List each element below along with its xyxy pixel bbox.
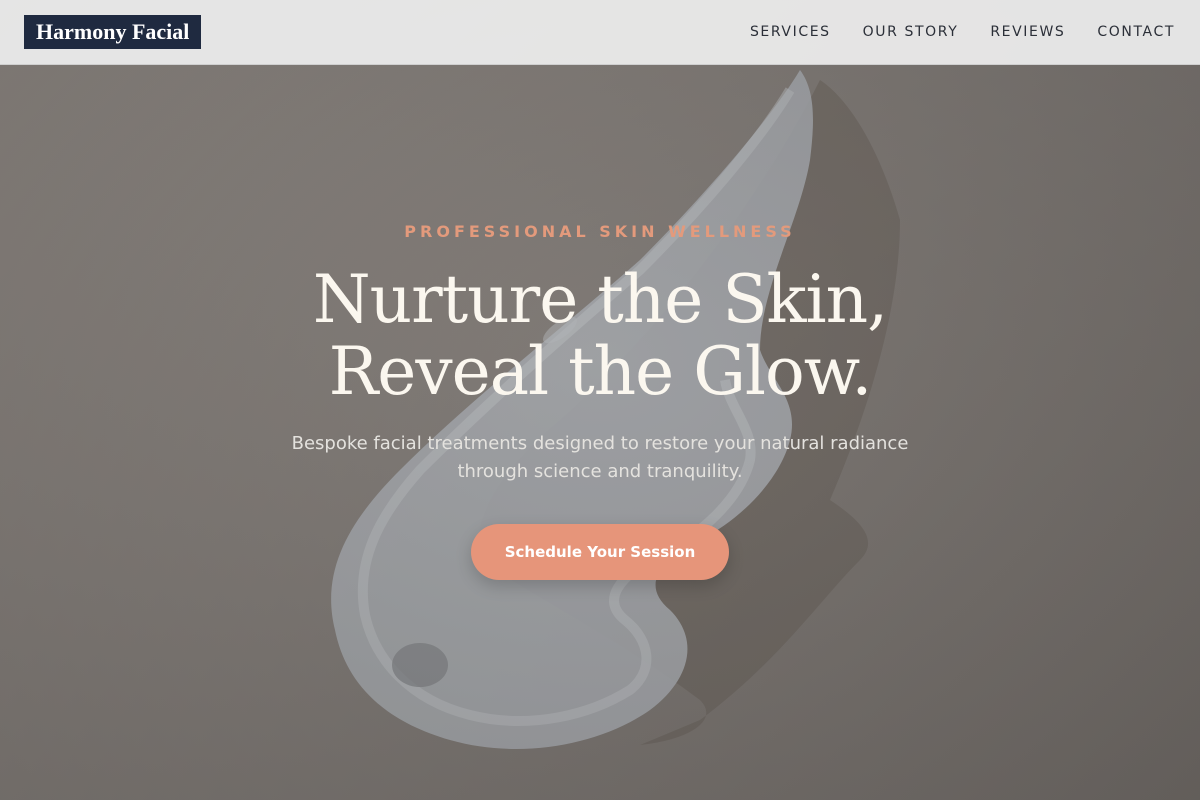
schedule-session-button[interactable]: Schedule Your Session xyxy=(471,524,729,580)
hero-subtitle: Bespoke facial treatments designed to re… xyxy=(291,433,909,482)
main-nav: SERVICES OUR STORY REVIEWS CONTACT xyxy=(750,24,1176,40)
nav-link-contact[interactable]: CONTACT xyxy=(1097,24,1175,40)
hero-headline-line-1: Nurture the Skin, xyxy=(312,261,888,338)
brand-logo[interactable]: Harmony Facial xyxy=(24,15,202,49)
site-header: Harmony Facial SERVICES OUR STORY REVIEW… xyxy=(0,0,1200,65)
nav-link-our-story[interactable]: OUR STORY xyxy=(863,24,959,40)
hero-headline: Nurture the Skin, Reveal the Glow. xyxy=(0,264,1200,408)
hero-content: PROFESSIONAL SKIN WELLNESS Nurture the S… xyxy=(0,0,1200,800)
nav-link-services[interactable]: SERVICES xyxy=(750,24,831,40)
nav-link-reviews[interactable]: REVIEWS xyxy=(990,24,1065,40)
hero-eyebrow: PROFESSIONAL SKIN WELLNESS xyxy=(404,222,796,241)
hero-headline-line-2: Reveal the Glow. xyxy=(328,333,873,410)
